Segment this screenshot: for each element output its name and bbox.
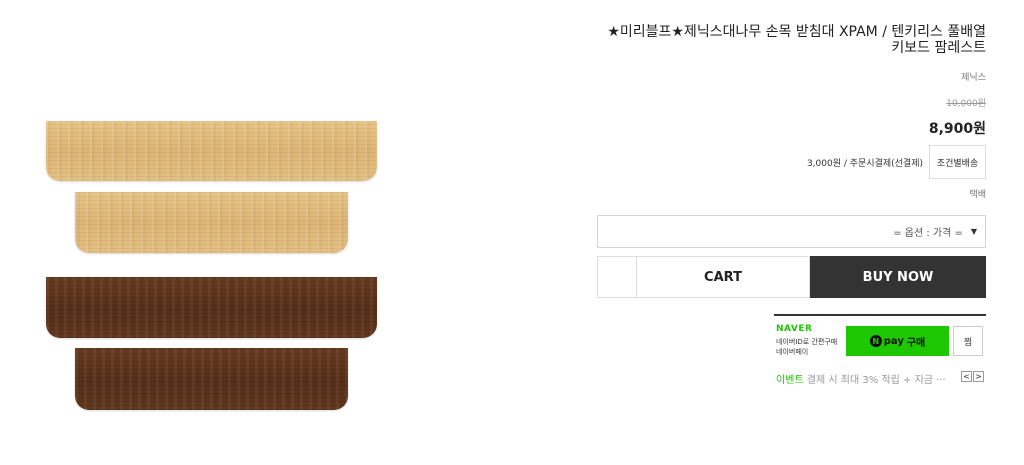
chevron-right-icon[interactable]: >	[973, 371, 984, 382]
buy-word: 구매	[906, 337, 926, 349]
palm-rest-dark-tenkeyless	[75, 348, 348, 410]
buy-now-button[interactable]: BUY NOW	[810, 256, 986, 298]
palm-rest-natural-tenkeyless	[75, 192, 348, 253]
pay-word: pay	[883, 335, 904, 347]
product-info: ★미리블프★제닉스대나무 손목 받침대 XPAM / 텐키리스 풀배열 키보드 …	[597, 0, 986, 465]
chevron-left-icon[interactable]: <	[961, 371, 972, 382]
naver-event-text[interactable]: 이벤트 결제 시 최대 3% 적립 + 지금 ···	[776, 371, 946, 386]
shipping-type: 택배	[969, 190, 986, 200]
cart-button[interactable]: CART	[637, 256, 810, 298]
naver-pay-desc-line1: 네이버ID로 간편구매	[776, 338, 838, 346]
product-image	[0, 0, 560, 465]
option-select-value: = 옵션 : 가격 =	[893, 228, 963, 239]
event-description: 결제 시 최대 3% 적립 + 지금 ···	[806, 375, 946, 386]
wishlist-button[interactable]	[597, 256, 637, 298]
sale-price: 8,900원	[928, 121, 986, 137]
event-label: 이벤트	[776, 375, 804, 386]
naver-n-icon: N	[869, 335, 882, 347]
event-pager: < >	[960, 371, 984, 382]
option-select[interactable]: = 옵션 : 가격 = ▼	[597, 215, 986, 248]
shipping-fee: 3,000원 / 주문시결제(선결제)	[806, 158, 923, 169]
naver-logo: NAVER	[776, 324, 813, 334]
original-price: 10,000원	[946, 99, 986, 109]
chevron-down-icon: ▼	[970, 227, 977, 236]
shipping-row: 3,000원 / 주문시결제(선결제) 조건별배송	[807, 145, 986, 179]
palm-rest-natural-full	[46, 121, 377, 181]
naver-pay-box: NAVER 네이버ID로 간편구매 네이버페이 N pay 구매 찜 이벤트 결…	[774, 314, 986, 394]
naver-jjim-button[interactable]: 찜	[953, 326, 983, 356]
palm-rest-dark-full	[46, 277, 377, 338]
naver-pay-desc-line2: 네이버페이	[776, 348, 809, 356]
naver-pay-buy-button[interactable]: N pay 구매	[846, 326, 949, 356]
purchase-buttons: CART BUY NOW	[597, 256, 986, 298]
shipping-condition-button[interactable]: 조건별배송	[929, 145, 986, 179]
product-title: ★미리블프★제닉스대나무 손목 받침대 XPAM / 텐키리스 풀배열 키보드 …	[607, 24, 986, 56]
product-brand: 제닉스	[961, 73, 986, 83]
naver-pay-description: 네이버ID로 간편구매 네이버페이	[776, 337, 837, 357]
